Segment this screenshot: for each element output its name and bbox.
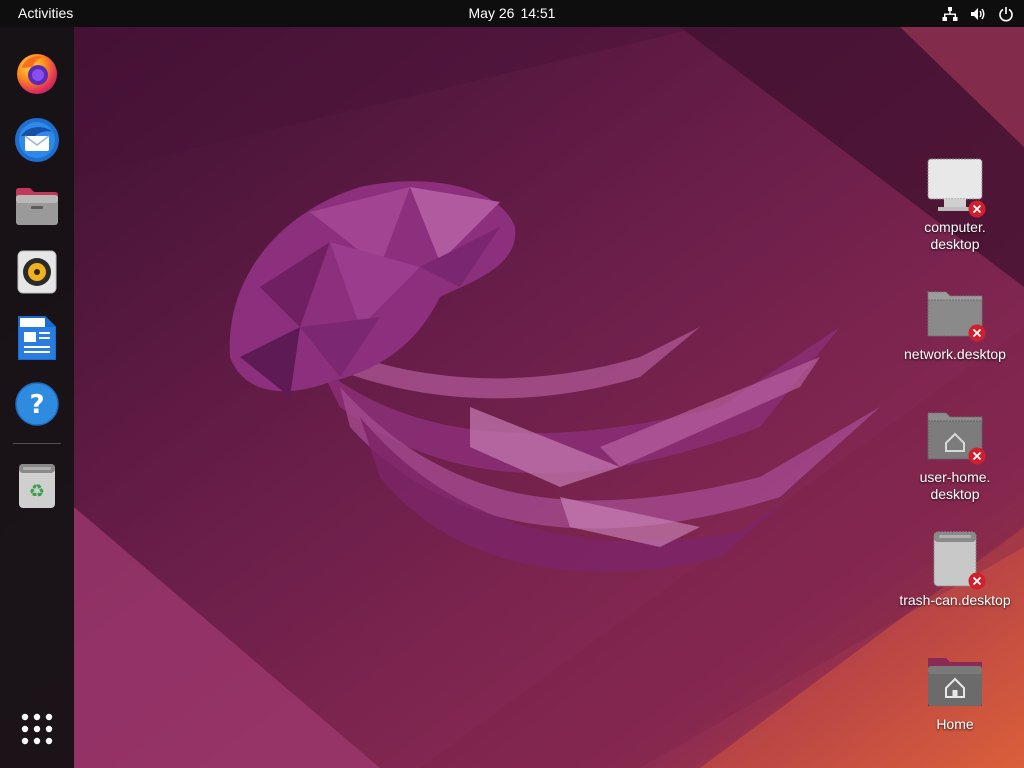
- dock-thunderbird[interactable]: [11, 114, 63, 166]
- dock-firefox[interactable]: [11, 47, 63, 99]
- power-icon: [999, 6, 1013, 21]
- clock-time: 14:51: [520, 5, 556, 21]
- dock: ? ♻: [0, 27, 74, 768]
- volume-icon: [971, 7, 985, 20]
- svg-text:♻: ♻: [29, 481, 45, 502]
- broken-link-badge-icon: [968, 200, 986, 218]
- desktop-icon-label: Home: [936, 716, 974, 732]
- broken-link-badge-icon: [968, 572, 986, 590]
- libreoffice-writer-icon: [18, 316, 56, 360]
- trash-icon: ♻: [19, 464, 55, 508]
- dock-libreoffice-writer[interactable]: [11, 312, 63, 364]
- dock-trash[interactable]: ♻: [11, 460, 63, 512]
- desktop-icon-network[interactable]: network.desktop: [893, 282, 1017, 363]
- desktop-icon-label: network.desktop: [904, 346, 1006, 362]
- firefox-icon: [17, 54, 57, 94]
- broken-link-badge-icon: [968, 447, 986, 465]
- clock-button[interactable]: May 26 14:51: [452, 0, 572, 27]
- show-applications-button[interactable]: [11, 703, 63, 755]
- desktop-icon-trash-can[interactable]: trash-can.desktop: [893, 528, 1017, 609]
- user-home-icon: [924, 405, 986, 467]
- desktop-icon-user-home[interactable]: user-home. desktop: [893, 405, 1017, 503]
- dock-files[interactable]: [11, 180, 63, 232]
- app-grid-icon: [21, 713, 53, 745]
- desktop-icon-label: computer. desktop: [924, 219, 986, 252]
- desktop-icon-label: trash-can.desktop: [899, 592, 1011, 608]
- broken-link-badge-icon: [968, 324, 986, 342]
- network-folder-icon: [924, 282, 986, 344]
- desktop-icon-computer[interactable]: computer. desktop: [893, 155, 1017, 253]
- wallpaper: [0, 27, 1024, 768]
- svg-text:?: ?: [29, 390, 44, 420]
- top-bar: Activities May 26 14:51: [0, 0, 1024, 27]
- home-folder-icon: [924, 652, 986, 714]
- files-icon: [16, 188, 58, 225]
- desktop-icon-home[interactable]: Home: [893, 652, 1017, 733]
- thunderbird-icon: [15, 118, 59, 162]
- clock-date: May 26: [468, 5, 515, 21]
- desktop-icon-label: user-home. desktop: [919, 469, 991, 502]
- dock-rhythmbox[interactable]: [11, 246, 63, 298]
- trash-can-icon: [924, 528, 986, 590]
- desktop-screen: Activities May 26 14:51 ? ♻ computer. de…: [0, 0, 1024, 768]
- computer-icon: [924, 155, 986, 218]
- rhythmbox-icon: [17, 250, 57, 294]
- dock-separator: [13, 443, 61, 444]
- system-status-menu[interactable]: [942, 0, 1014, 27]
- activities-button[interactable]: Activities: [10, 0, 81, 27]
- network-wired-icon: [942, 6, 958, 21]
- help-icon: ?: [15, 382, 59, 426]
- dock-help[interactable]: ?: [11, 378, 63, 430]
